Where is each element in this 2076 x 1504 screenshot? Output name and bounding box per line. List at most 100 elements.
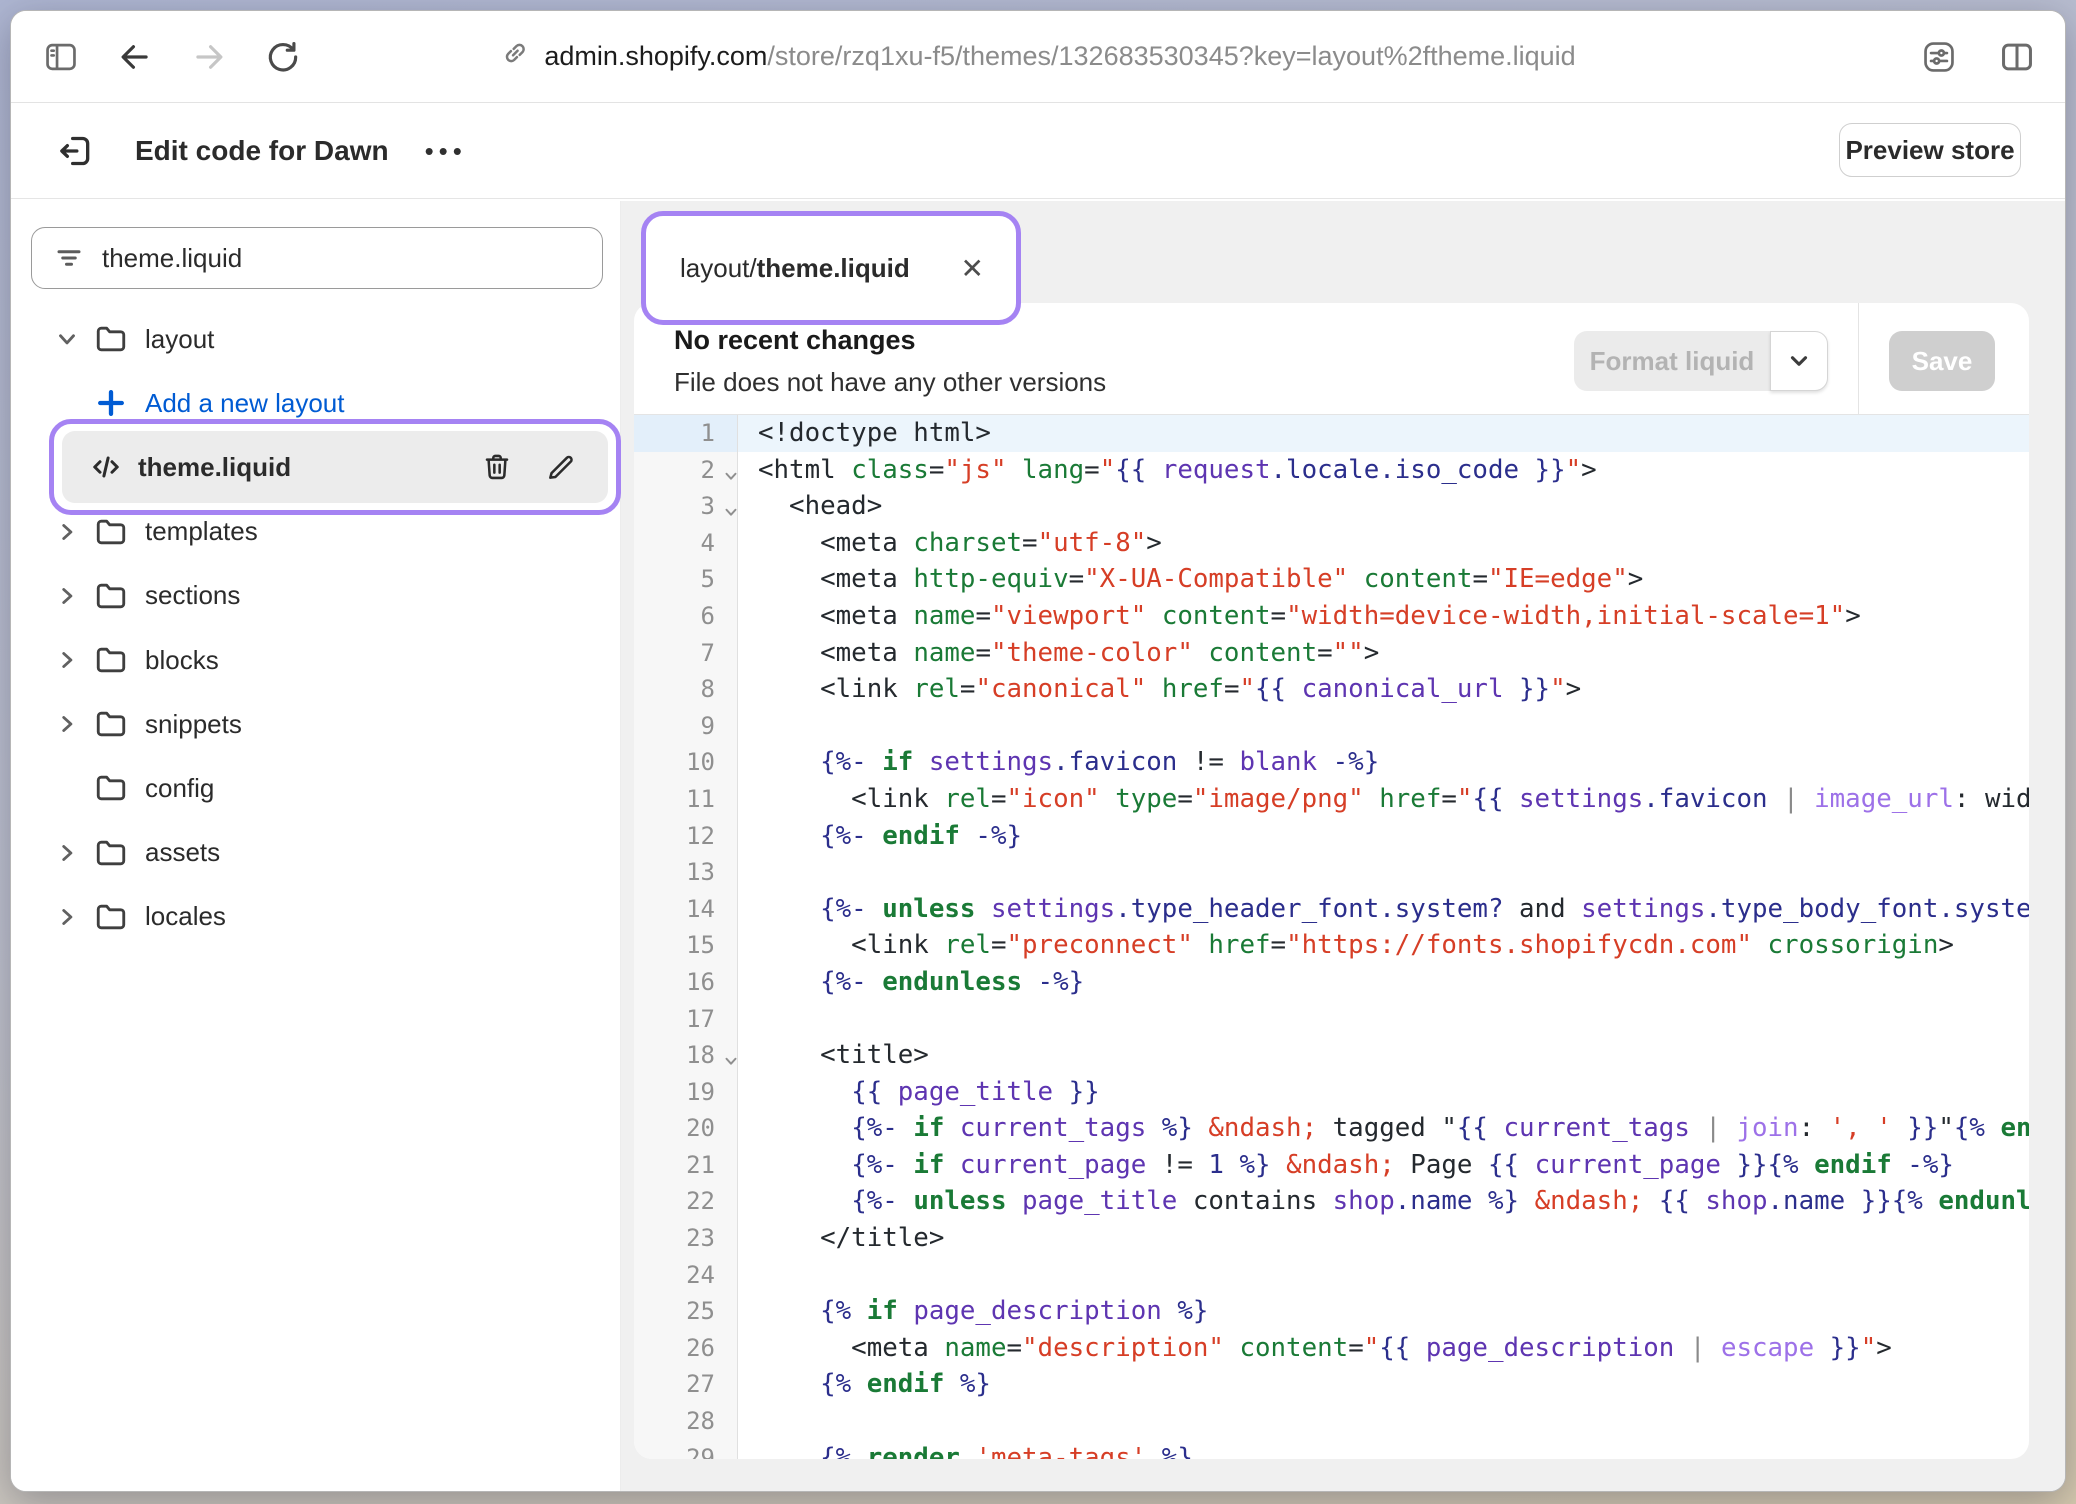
- chevron-right-icon[interactable]: [45, 519, 89, 545]
- sidebar-item-assets[interactable]: assets: [11, 825, 620, 881]
- editor-card: No recent changes File does not have any…: [634, 303, 2029, 1459]
- delete-file-icon[interactable]: [480, 450, 514, 484]
- version-subheading: File does not have any other versions: [674, 367, 1106, 398]
- forward-button-icon[interactable]: [187, 35, 231, 79]
- chevron-right-icon[interactable]: [45, 647, 89, 673]
- url-host: admin.shopify.com: [544, 41, 767, 71]
- code-line-10[interactable]: 10 {%- if settings.favicon != blank -%}: [634, 744, 2029, 781]
- code-line-27[interactable]: 27 {% endif %}: [634, 1366, 2029, 1403]
- code-line-26[interactable]: 26 <meta name="description" content="{{ …: [634, 1330, 2029, 1367]
- split-view-icon[interactable]: [1995, 35, 2039, 79]
- code-line-content: [738, 1257, 2029, 1294]
- file-search[interactable]: [31, 227, 603, 289]
- file-label: theme.liquid: [138, 452, 480, 483]
- code-line-28[interactable]: 28: [634, 1403, 2029, 1440]
- format-liquid-button[interactable]: Format liquid: [1574, 331, 1770, 391]
- line-number: 17: [634, 1001, 738, 1038]
- line-number: 23: [634, 1220, 738, 1257]
- sidebar-item-config[interactable]: config: [11, 760, 620, 816]
- format-dropdown-button[interactable]: [1770, 331, 1828, 391]
- sidebar-item-theme-liquid[interactable]: theme.liquid: [62, 431, 608, 503]
- tab-theme-liquid[interactable]: layout/theme.liquid ✕: [646, 252, 1016, 285]
- code-line-13[interactable]: 13: [634, 854, 2029, 891]
- line-number: 10: [634, 744, 738, 781]
- browser-window: admin.shopify.com/store/rzq1xu-f5/themes…: [10, 10, 2066, 1492]
- tree-item-label: sections: [145, 580, 240, 611]
- code-line-16[interactable]: 16 {%- endunless -%}: [634, 964, 2029, 1001]
- code-line-15[interactable]: 15 <link rel="preconnect" href="https://…: [634, 927, 2029, 964]
- code-line-content: <link rel="icon" type="image/png" href="…: [738, 781, 2029, 818]
- code-line-content: <link rel="canonical" href="{{ canonical…: [738, 671, 2029, 708]
- code-line-29[interactable]: 29 {% render 'meta-tags' %}: [634, 1440, 2029, 1459]
- code-line-3[interactable]: 3 <head>: [634, 488, 2029, 525]
- code-line-content: {%- if settings.favicon != blank -%}: [738, 744, 2029, 781]
- code-line-19[interactable]: 19 {{ page_title }}: [634, 1074, 2029, 1111]
- sidebar-item-sections[interactable]: sections: [11, 568, 620, 624]
- sidebar-item-blocks[interactable]: blocks: [11, 632, 620, 688]
- code-line-24[interactable]: 24: [634, 1257, 2029, 1294]
- code-line-content: <head>: [738, 488, 2029, 525]
- code-line-9[interactable]: 9: [634, 708, 2029, 745]
- line-number: 15: [634, 927, 738, 964]
- tree-item-label: blocks: [145, 645, 219, 676]
- exit-editor-icon[interactable]: [53, 128, 99, 174]
- save-button[interactable]: Save: [1889, 331, 1995, 391]
- more-actions-icon[interactable]: •••: [415, 130, 477, 172]
- chevron-right-icon[interactable]: [45, 583, 89, 609]
- code-line-14[interactable]: 14 {%- unless settings.type_header_font.…: [634, 891, 2029, 928]
- code-line-21[interactable]: 21 {%- if current_page != 1 %} &ndash; P…: [634, 1147, 2029, 1184]
- browser-sidebar-toggle-icon[interactable]: [39, 35, 83, 79]
- line-number: 6: [634, 598, 738, 635]
- code-line-18[interactable]: 18 <title>: [634, 1037, 2029, 1074]
- sidebar-item-templates[interactable]: templates: [11, 504, 620, 560]
- code-line-8[interactable]: 8 <link rel="canonical" href="{{ canonic…: [634, 671, 2029, 708]
- line-number: 7: [634, 635, 738, 672]
- line-number: 20: [634, 1110, 738, 1147]
- sidebar-item-layout[interactable]: layout: [11, 311, 620, 367]
- search-input[interactable]: [102, 243, 542, 274]
- url-path: /store/rzq1xu-f5/themes/132683530345?key…: [767, 41, 1575, 71]
- reload-button-icon[interactable]: [261, 35, 305, 79]
- code-line-20[interactable]: 20 {%- if current_tags %} &ndash; tagged…: [634, 1110, 2029, 1147]
- code-line-6[interactable]: 6 <meta name="viewport" content="width=d…: [634, 598, 2029, 635]
- rename-file-icon[interactable]: [544, 450, 578, 484]
- code-line-25[interactable]: 25 {% if page_description %}: [634, 1293, 2029, 1330]
- line-number: 14: [634, 891, 738, 928]
- code-line-5[interactable]: 5 <meta http-equiv="X-UA-Compatible" con…: [634, 561, 2029, 598]
- address-bar[interactable]: admin.shopify.com/store/rzq1xu-f5/themes…: [500, 11, 1575, 102]
- code-line-22[interactable]: 22 {%- unless page_title contains shop.n…: [634, 1183, 2029, 1220]
- code-line-17[interactable]: 17: [634, 1001, 2029, 1038]
- line-number: 29: [634, 1440, 738, 1459]
- folder-icon: [89, 321, 133, 357]
- code-line-content: {% if page_description %}: [738, 1293, 2029, 1330]
- code-line-content: {% endif %}: [738, 1366, 2029, 1403]
- chevron-down-icon[interactable]: [45, 326, 89, 352]
- code-line-4[interactable]: 4 <meta charset="utf-8">: [634, 525, 2029, 562]
- code-line-content: <!doctype html>: [738, 415, 2029, 452]
- code-editor[interactable]: 1<!doctype html>2<html class="js" lang="…: [634, 415, 2029, 1459]
- plus-icon: [89, 385, 133, 421]
- code-line-2[interactable]: 2<html class="js" lang="{{ request.local…: [634, 452, 2029, 489]
- preview-store-button[interactable]: Preview store: [1839, 123, 2021, 177]
- code-line-23[interactable]: 23 </title>: [634, 1220, 2029, 1257]
- code-line-11[interactable]: 11 <link rel="icon" type="image/png" hre…: [634, 781, 2029, 818]
- code-line-1[interactable]: 1<!doctype html>: [634, 415, 2029, 452]
- chevron-right-icon[interactable]: [45, 904, 89, 930]
- code-line-12[interactable]: 12 {%- endif -%}: [634, 818, 2029, 855]
- line-number: 5: [634, 561, 738, 598]
- chevron-right-icon[interactable]: [45, 711, 89, 737]
- desktop-background: admin.shopify.com/store/rzq1xu-f5/themes…: [0, 0, 2076, 1504]
- code-line-content: <meta name="description" content="{{ pag…: [738, 1330, 2029, 1367]
- page-title: Edit code for Dawn: [135, 135, 389, 167]
- code-line-content: </title>: [738, 1220, 2029, 1257]
- editor-main: layout/theme.liquid ✕ No recent changes …: [621, 201, 2065, 1491]
- page-settings-icon[interactable]: [1917, 35, 1961, 79]
- line-number: 1: [634, 415, 738, 452]
- code-line-content: [738, 854, 2029, 891]
- chevron-right-icon[interactable]: [45, 840, 89, 866]
- back-button-icon[interactable]: [113, 35, 157, 79]
- sidebar-item-locales[interactable]: locales: [11, 889, 620, 945]
- sidebar-item-snippets[interactable]: snippets: [11, 696, 620, 752]
- code-line-7[interactable]: 7 <meta name="theme-color" content="">: [634, 635, 2029, 672]
- tab-close-icon[interactable]: ✕: [957, 252, 988, 285]
